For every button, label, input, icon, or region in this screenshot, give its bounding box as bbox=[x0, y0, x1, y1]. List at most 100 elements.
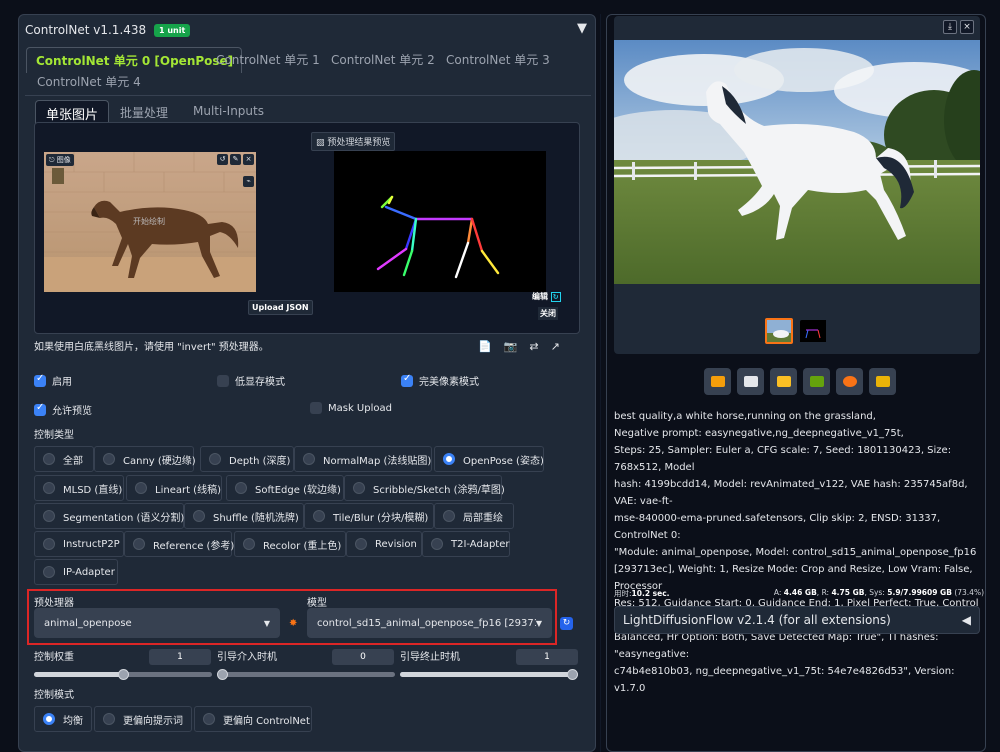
control-type-reference[interactable]: Reference (参考) bbox=[124, 531, 234, 557]
input-image[interactable]: ⎋ 图像 ↺ ✎ × ⌁ 开始绘制 bbox=[44, 152, 256, 292]
control-type-canny-label: Canny (硬边缘) bbox=[123, 455, 196, 467]
clear-icon[interactable]: × bbox=[243, 154, 254, 165]
control-type-softedge[interactable]: SoftEdge (软边缘) bbox=[226, 475, 344, 501]
start-drawing-text: 开始绘制 bbox=[133, 217, 165, 226]
control-type-softedge-label: SoftEdge (软边缘) bbox=[255, 484, 341, 496]
close-preview-button[interactable]: 关闭 bbox=[538, 307, 558, 320]
end-slider[interactable] bbox=[400, 669, 578, 680]
control-type-shuffle-label: Shuffle (随机洗牌) bbox=[213, 512, 299, 524]
upload-json-button[interactable]: Upload JSON bbox=[248, 300, 313, 315]
send-to-inpaint-button[interactable] bbox=[836, 368, 863, 395]
download-icon[interactable]: ⤓ bbox=[943, 20, 957, 34]
control-type-instructp2p[interactable]: InstructP2P bbox=[34, 531, 124, 557]
control-type-recolor[interactable]: Recolor (重上色) bbox=[234, 531, 346, 557]
send-dimensions-icon[interactable]: ↗ bbox=[551, 340, 560, 353]
controlnet-header[interactable]: ControlNet v1.1.438 1 unit bbox=[25, 23, 191, 37]
send-to-img2img-button[interactable] bbox=[803, 368, 830, 395]
collapse-arrow-icon: ◀ bbox=[961, 613, 971, 627]
tab-unit-3[interactable]: ControlNet 单元 3 bbox=[446, 51, 550, 68]
send-to-extras-button[interactable] bbox=[869, 368, 896, 395]
refresh-models-icon[interactable]: ↻ bbox=[560, 617, 573, 630]
pixel-perfect-checkbox[interactable]: 完美像素模式 bbox=[401, 373, 479, 388]
control-type-all[interactable]: 全部 bbox=[34, 446, 94, 472]
model-label: 模型 bbox=[307, 598, 327, 609]
weight-input[interactable]: 1 bbox=[149, 649, 211, 665]
camera-icon[interactable]: 📷 bbox=[504, 340, 518, 353]
control-type-ip-adapter[interactable]: IP-Adapter bbox=[34, 559, 118, 585]
end-slider-thumb[interactable] bbox=[567, 669, 578, 680]
control-type-openpose-label: OpenPose (姿态) bbox=[463, 455, 544, 467]
unit-count-badge: 1 unit bbox=[154, 24, 191, 37]
start-slider[interactable] bbox=[217, 669, 395, 680]
control-type-mlsd[interactable]: MLSD (直线) bbox=[34, 475, 124, 501]
control-mode-label: 控制模式 bbox=[34, 690, 74, 701]
vram-usage: A: 4.46 GB, R: 4.75 GB, Sys: 5.9/7.99609… bbox=[774, 588, 984, 599]
control-type-openpose[interactable]: OpenPose (姿态) bbox=[434, 446, 544, 472]
collapse-arrow-icon[interactable]: ▼ bbox=[577, 21, 587, 36]
new-canvas-icon[interactable]: 📄 bbox=[478, 340, 492, 353]
close-icon[interactable]: × bbox=[960, 20, 974, 34]
control-type-scribble[interactable]: Scribble/Sketch (涂鸦/草图) bbox=[344, 475, 505, 501]
control-mode-prompt[interactable]: 更偏向提示词 bbox=[94, 706, 192, 732]
gallery-thumb-0[interactable] bbox=[765, 318, 793, 344]
enable-checkbox[interactable]: 启用 bbox=[34, 373, 72, 388]
allow-preview-checkbox[interactable]: 允许预览 bbox=[34, 402, 92, 417]
zip-button[interactable] bbox=[770, 368, 797, 395]
start-input[interactable]: 0 bbox=[332, 649, 394, 665]
edit-icon[interactable]: ✎ bbox=[230, 154, 241, 165]
image-tools: ↺ ✎ × bbox=[217, 154, 254, 165]
gallery-thumb-1[interactable] bbox=[800, 320, 828, 346]
control-type-lineart[interactable]: Lineart (线稿) bbox=[126, 475, 222, 501]
image-label: ⎋ 图像 bbox=[46, 154, 74, 166]
tab-unit-1[interactable]: ControlNet 单元 1 bbox=[216, 51, 320, 68]
control-type-depth[interactable]: Depth (深度) bbox=[200, 446, 294, 472]
time-prefix: 用时: bbox=[614, 589, 632, 598]
tab-batch[interactable]: 批量处理 bbox=[120, 104, 168, 121]
swap-icon[interactable]: ⇄ bbox=[529, 340, 538, 353]
control-mode-controlnet[interactable]: 更偏向 ControlNet bbox=[194, 706, 312, 732]
generated-image[interactable] bbox=[614, 40, 980, 284]
preprocessor-dropdown[interactable]: animal_openpose ▼ bbox=[34, 608, 280, 638]
control-type-inpaint[interactable]: 局部重绘 bbox=[434, 503, 514, 529]
radio-openpose bbox=[443, 453, 455, 465]
control-type-normalmap[interactable]: NormalMap (法线贴图) bbox=[294, 446, 432, 472]
model-dropdown[interactable]: control_sd15_animal_openpose_fp16 [29371… bbox=[307, 608, 552, 638]
control-mode-balanced[interactable]: 均衡 bbox=[34, 706, 92, 732]
control-type-tile[interactable]: Tile/Blur (分块/模糊) bbox=[304, 503, 434, 529]
gen-info-line: mse-840000-ema-pruned.safetensors, Clip … bbox=[614, 513, 941, 541]
tab-unit-0[interactable]: ControlNet 单元 0 [OpenPose] bbox=[26, 47, 243, 73]
control-type-canny[interactable]: Canny (硬边缘) bbox=[94, 446, 196, 472]
vram-r: 4.75 GB bbox=[831, 588, 865, 597]
preprocessor-caret-icon: ▼ bbox=[263, 618, 270, 628]
low-vram-check-icon bbox=[217, 374, 229, 387]
brush-icon[interactable]: ⌁ bbox=[243, 176, 254, 187]
tab-multi-inputs[interactable]: Multi-Inputs bbox=[193, 104, 264, 118]
start-label: 引导介入时机 bbox=[217, 652, 277, 663]
run-preprocessor-icon[interactable]: ✸ bbox=[289, 618, 297, 629]
tab-unit-2[interactable]: ControlNet 单元 2 bbox=[331, 51, 435, 68]
control-type-revision[interactable]: Revision bbox=[346, 531, 422, 557]
control-type-shuffle[interactable]: Shuffle (随机洗牌) bbox=[184, 503, 304, 529]
weight-slider[interactable] bbox=[34, 669, 212, 680]
tab-unit-4[interactable]: ControlNet 单元 4 bbox=[37, 73, 141, 90]
gen-info-line: hash: 4199bcdd14, Model: revAnimated_v12… bbox=[614, 479, 968, 507]
edit-pose-button[interactable]: 编辑 ↻ bbox=[532, 291, 561, 302]
control-type-depth-label: Depth (深度) bbox=[229, 455, 291, 467]
lightdiffusionflow-accordion[interactable]: LightDiffusionFlow v2.1.4 (for all exten… bbox=[614, 606, 980, 634]
undo-icon[interactable]: ↺ bbox=[217, 154, 228, 165]
panel-divider bbox=[600, 14, 601, 752]
end-input[interactable]: 1 bbox=[516, 649, 578, 665]
start-slider-thumb[interactable] bbox=[217, 669, 228, 680]
weight-slider-thumb[interactable] bbox=[117, 669, 129, 680]
control-type-inpaint-label: 局部重绘 bbox=[463, 512, 503, 524]
control-type-ip-adapter-label: IP-Adapter bbox=[63, 566, 115, 578]
control-type-segmentation[interactable]: Segmentation (语义分割) bbox=[34, 503, 184, 529]
control-type-t2i-adapter[interactable]: T2I-Adapter bbox=[422, 531, 510, 557]
save-button[interactable] bbox=[737, 368, 764, 395]
low-vram-checkbox[interactable]: 低显存模式 bbox=[217, 373, 285, 388]
ldf-title: LightDiffusionFlow v2.1.4 (for all exten… bbox=[623, 613, 891, 627]
open-folder-button[interactable] bbox=[704, 368, 731, 395]
mask-upload-checkbox[interactable]: Mask Upload bbox=[310, 402, 392, 414]
weight-label: 控制权重 bbox=[34, 652, 74, 663]
vram-pct: (73.4%) bbox=[951, 588, 984, 597]
